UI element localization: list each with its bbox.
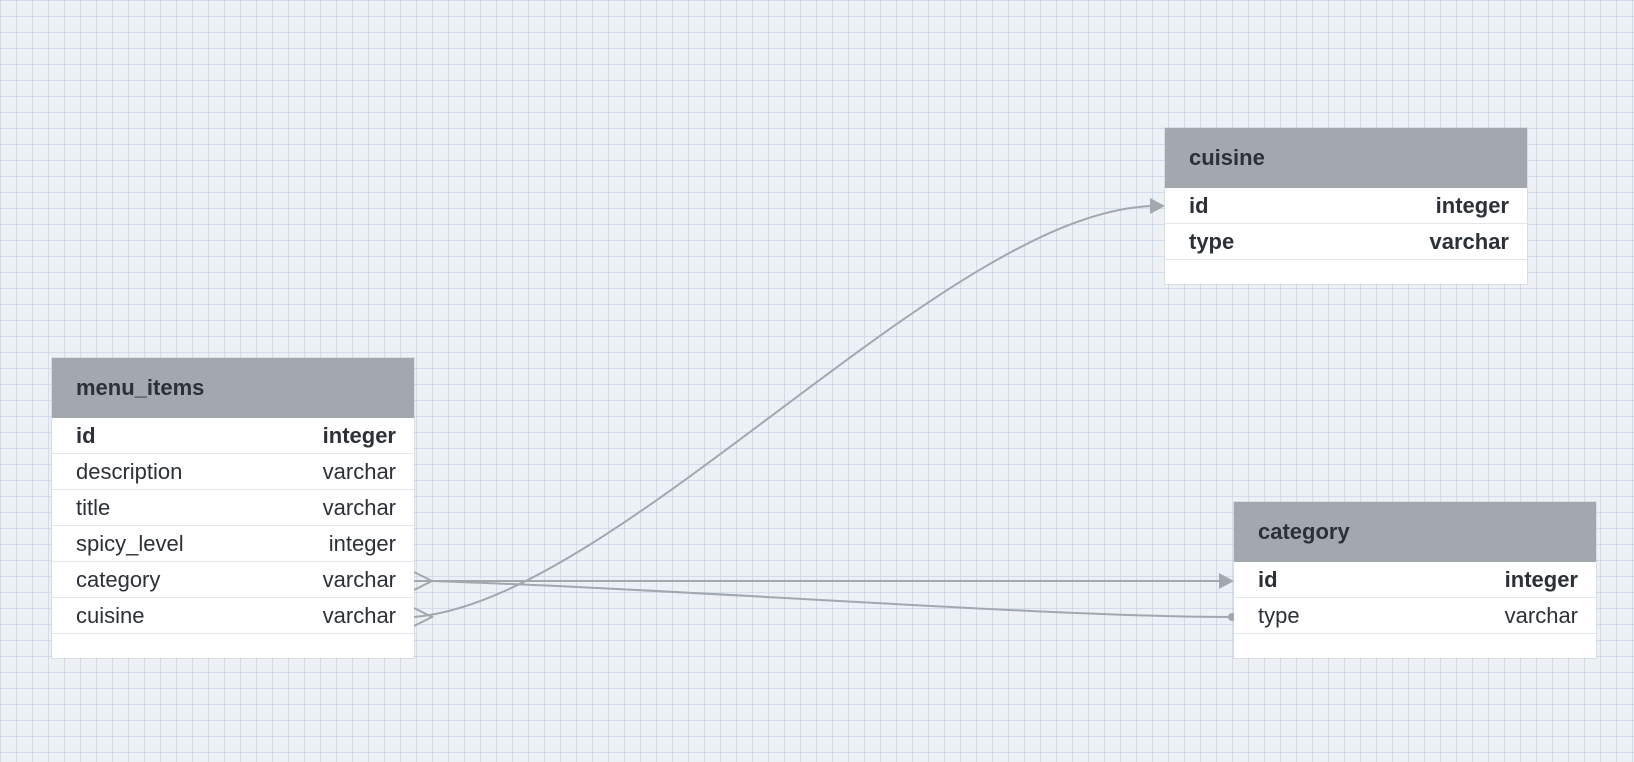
table-name: menu_items bbox=[76, 375, 205, 400]
column-type: varchar bbox=[1504, 602, 1578, 628]
column-row-description[interactable]: description varchar bbox=[52, 454, 414, 490]
column-type: varchar bbox=[1429, 228, 1509, 254]
column-row-type[interactable]: type varchar bbox=[1165, 224, 1527, 260]
arrow-head-icon bbox=[1219, 573, 1234, 589]
column-type: varchar bbox=[322, 458, 396, 484]
column-type: integer bbox=[1504, 566, 1578, 592]
column-row-id[interactable]: id integer bbox=[52, 418, 414, 454]
column-name: description bbox=[76, 458, 183, 484]
table-menu-items[interactable]: menu_items id integer description varcha… bbox=[52, 358, 414, 658]
table-cuisine[interactable]: cuisine id integer type varchar bbox=[1165, 128, 1527, 284]
column-name: category bbox=[76, 566, 161, 592]
table-header[interactable]: category bbox=[1234, 502, 1596, 562]
column-row-cuisine[interactable]: cuisine varchar bbox=[52, 598, 414, 634]
column-row-type[interactable]: type varchar bbox=[1234, 598, 1596, 634]
table-category[interactable]: category id integer type varchar bbox=[1234, 502, 1596, 658]
column-type: varchar bbox=[322, 494, 396, 520]
table-name: category bbox=[1258, 519, 1350, 544]
table-header[interactable]: menu_items bbox=[52, 358, 414, 418]
column-name: cuisine bbox=[76, 602, 145, 628]
column-type: varchar bbox=[322, 602, 396, 628]
table-footer bbox=[52, 634, 414, 658]
table-footer bbox=[1165, 260, 1527, 284]
column-row-id[interactable]: id integer bbox=[1165, 188, 1527, 224]
diagram-canvas: cuisine id integer type varchar menu_ite… bbox=[0, 0, 1634, 762]
connector-category-to-category-type bbox=[431, 580, 1233, 618]
table-name: cuisine bbox=[1189, 145, 1265, 170]
column-type: integer bbox=[1435, 192, 1509, 218]
arrow-head-icon bbox=[1150, 198, 1165, 214]
column-type: integer bbox=[328, 530, 396, 556]
column-name: type bbox=[1189, 228, 1235, 254]
connector-cuisine-to-cuisine-id bbox=[413, 205, 1156, 618]
column-type: integer bbox=[322, 422, 396, 448]
table-footer bbox=[1234, 634, 1596, 658]
column-name: id bbox=[76, 422, 96, 448]
column-row-id[interactable]: id integer bbox=[1234, 562, 1596, 598]
column-name: title bbox=[76, 494, 111, 520]
column-row-spicy-level[interactable]: spicy_level integer bbox=[52, 526, 414, 562]
column-row-title[interactable]: title varchar bbox=[52, 490, 414, 526]
column-name: id bbox=[1189, 192, 1209, 218]
table-header[interactable]: cuisine bbox=[1165, 128, 1527, 188]
column-type: varchar bbox=[322, 566, 396, 592]
column-name: type bbox=[1258, 602, 1300, 628]
column-row-category[interactable]: category varchar bbox=[52, 562, 414, 598]
column-name: spicy_level bbox=[76, 530, 184, 556]
column-name: id bbox=[1258, 566, 1278, 592]
